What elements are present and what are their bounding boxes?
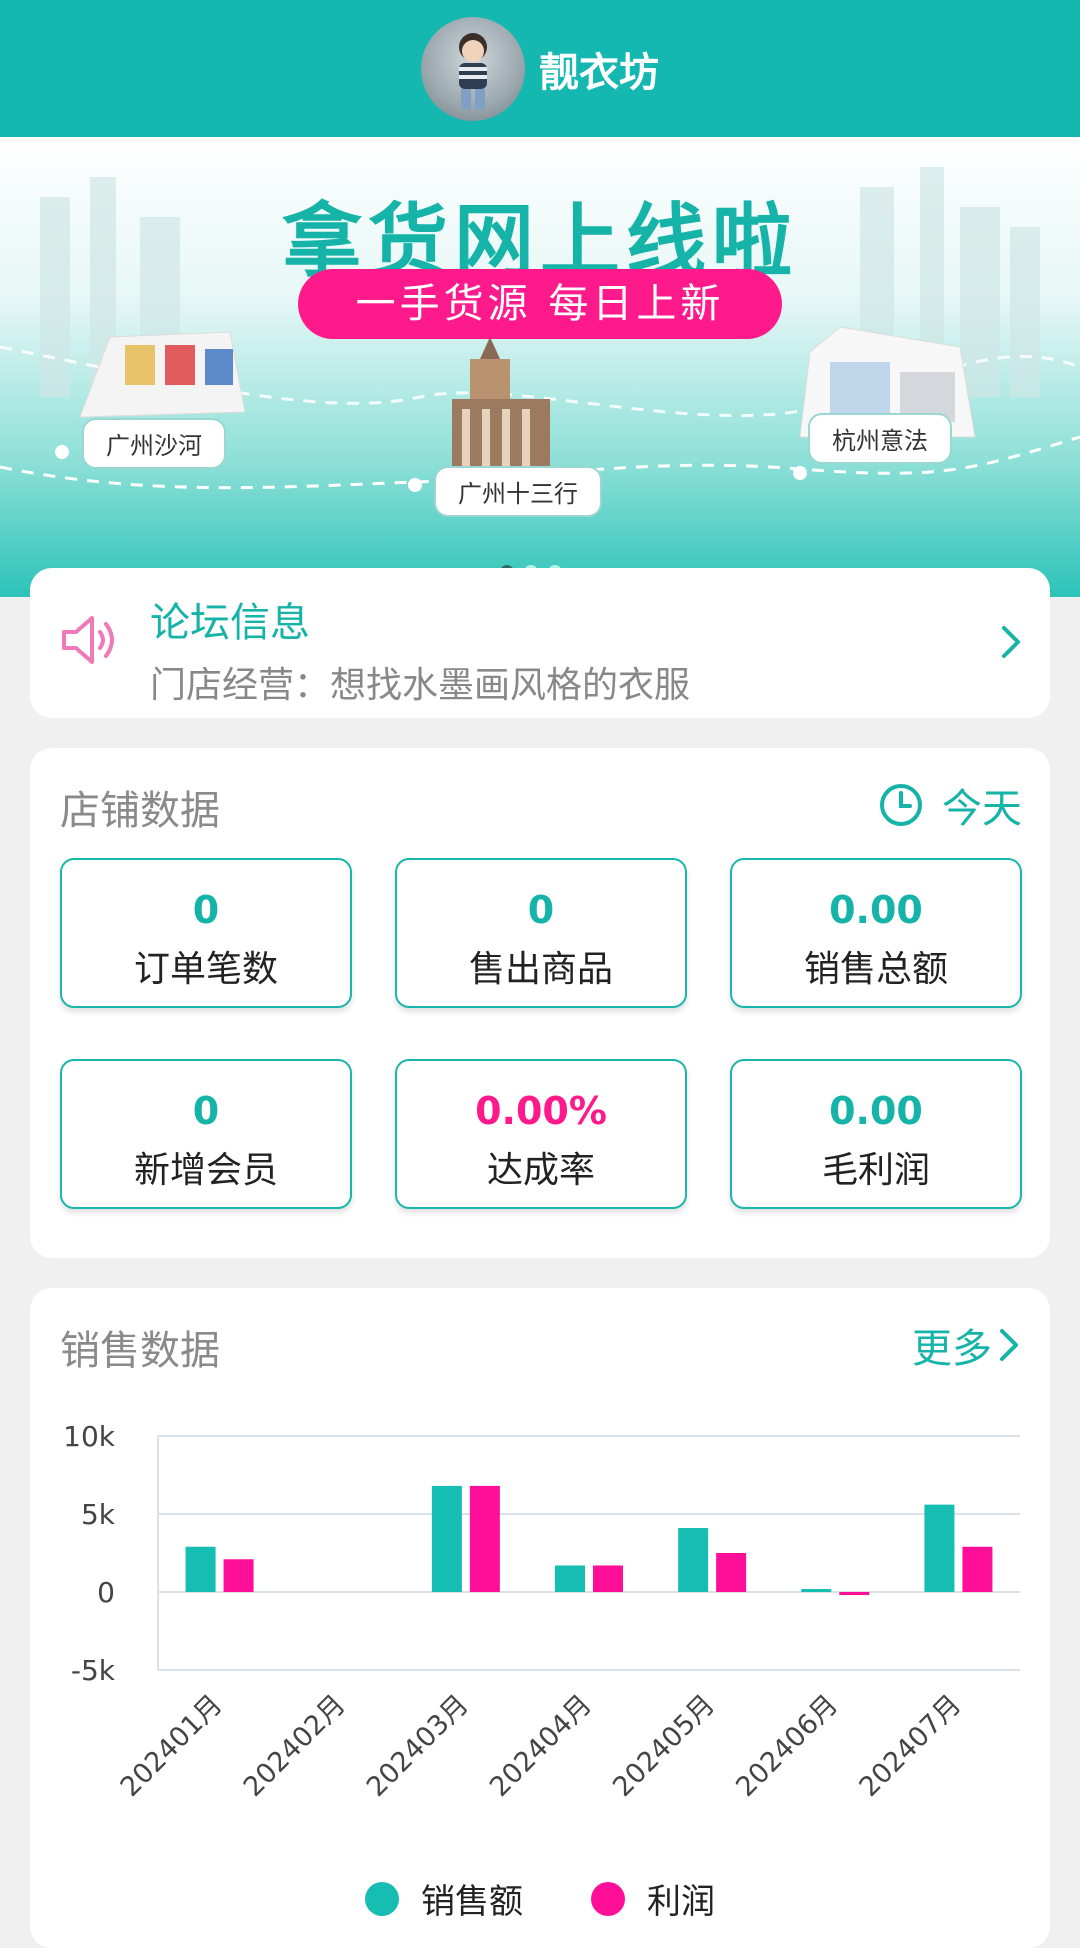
x-tick-label: 202404月 — [484, 1689, 598, 1803]
bar-profit — [593, 1565, 623, 1592]
stat-items-sold[interactable]: 0 售出商品 — [395, 858, 687, 1008]
bar-profit — [716, 1553, 747, 1592]
y-tick-label: 5k — [81, 1498, 116, 1531]
bar-profit — [469, 1485, 500, 1592]
stat-new-members[interactable]: 0 新增会员 — [60, 1059, 352, 1209]
stat-label: 售出商品 — [468, 949, 613, 990]
sales-data-card: 销售数据 更多 10k 5k 0 -5k 202401月 202402月 202403月 20… — [30, 1288, 1050, 1948]
y-tick-label: -5k — [71, 1654, 116, 1687]
legend-label: 利润 — [647, 1882, 715, 1922]
legend-swatch — [365, 1881, 399, 1916]
banner-subtitle: 一手货源 每日上新 — [298, 269, 782, 339]
promo-banner[interactable]: 拿货网上线啦 一手货源 每日上新 广州沙河 广州十三行 杭州意法 — [0, 137, 1080, 597]
period-selector[interactable]: 今天 — [878, 776, 1022, 834]
forum-text: 门店经营：想找水墨画风格的衣服 — [150, 665, 691, 706]
legend-label: 销售额 — [421, 1882, 523, 1922]
stat-label: 毛利润 — [821, 1150, 930, 1191]
stat-value: 0 — [192, 1089, 220, 1133]
more-link[interactable]: 更多 — [912, 1316, 1022, 1374]
stat-orders[interactable]: 0 订单笔数 — [60, 858, 352, 1008]
bar-sales — [185, 1546, 216, 1592]
chevron-right-icon[interactable] — [1000, 622, 1024, 666]
stat-label: 新增会员 — [133, 1150, 278, 1191]
bar-sales — [924, 1504, 955, 1592]
period-label: 今天 — [942, 786, 1022, 832]
bar-sales — [431, 1485, 462, 1592]
stat-label: 销售总额 — [803, 949, 948, 990]
x-tick-label: 202405月 — [607, 1689, 721, 1803]
stat-value: 0 — [527, 888, 555, 932]
shop-name: 靓衣坊 — [539, 49, 659, 96]
legend-item-profit[interactable]: 利润 — [591, 1874, 715, 1923]
x-tick-label: 202407月 — [853, 1689, 967, 1803]
stat-value: 0.00 — [829, 888, 923, 932]
forum-card[interactable]: 论坛信息 门店经营：想找水墨画风格的衣服 — [30, 568, 1050, 718]
x-tick-label: 202401月 — [115, 1689, 229, 1803]
clock-icon — [880, 784, 922, 826]
forum-title: 论坛信息 — [150, 600, 310, 646]
location-label-shisanhang: 广州十三行 — [434, 466, 602, 517]
x-tick-label: 202403月 — [361, 1689, 475, 1803]
sales-data-title: 销售数据 — [60, 1328, 220, 1374]
bar-profit — [962, 1546, 993, 1592]
y-tick-label: 10k — [63, 1420, 116, 1453]
chevron-right-icon — [1000, 1329, 1018, 1361]
stat-achievement-rate[interactable]: 0.00% 达成率 — [395, 1059, 687, 1209]
stat-label: 达成率 — [486, 1150, 595, 1191]
app-header: 靓衣坊 — [0, 0, 1080, 137]
stat-label: 订单笔数 — [133, 949, 278, 990]
sales-bar-chart: 10k5k0-5k202401月 202402月 202403月 202404月 202… — [63, 1420, 1020, 1803]
stat-value: 0 — [192, 888, 220, 932]
stat-gross-profit[interactable]: 0.00 毛利润 — [730, 1059, 1022, 1209]
bar-profit — [839, 1592, 870, 1595]
shop-data-card: 店铺数据 今天 0 订单笔数 0 售出商品 0.00 销售总额 0 新增会员 0… — [30, 748, 1050, 1258]
location-label-yifa: 杭州意法 — [808, 413, 952, 464]
chart-legend: 销售额 利润 — [30, 1874, 1050, 1923]
legend-swatch — [591, 1881, 625, 1916]
bar-sales — [678, 1528, 709, 1592]
shop-avatar[interactable] — [421, 16, 525, 121]
bar-profit — [223, 1559, 254, 1592]
stat-total-sales[interactable]: 0.00 销售总额 — [730, 858, 1022, 1008]
more-label: 更多 — [912, 1326, 992, 1372]
stat-value: 0.00% — [475, 1089, 607, 1133]
speaker-icon — [58, 608, 122, 676]
legend-item-sales[interactable]: 销售额 — [365, 1874, 523, 1923]
bar-sales — [555, 1565, 585, 1592]
shop-data-title: 店铺数据 — [60, 788, 220, 834]
x-tick-label: 202402月 — [238, 1689, 352, 1803]
y-tick-label: 0 — [97, 1576, 115, 1609]
stat-value: 0.00 — [829, 1089, 923, 1133]
x-tick-label: 202406月 — [730, 1689, 844, 1803]
bar-sales — [801, 1589, 832, 1592]
location-label-shahe: 广州沙河 — [82, 418, 226, 469]
